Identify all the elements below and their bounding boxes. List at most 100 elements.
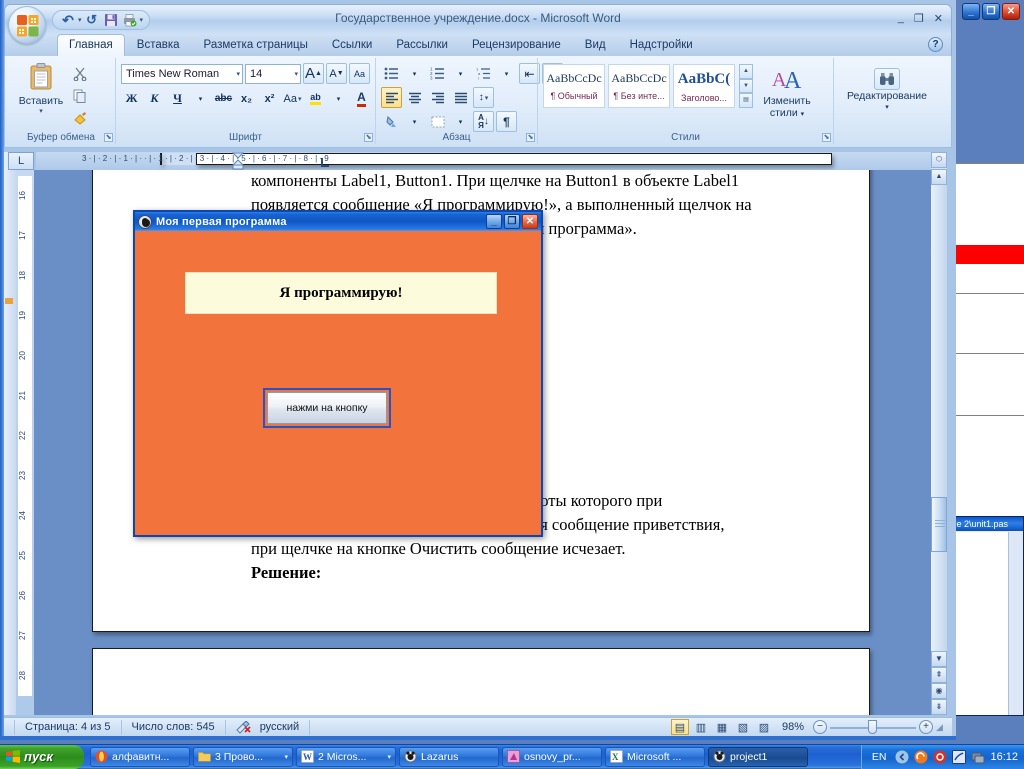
tab-references[interactable]: Ссылки bbox=[320, 35, 385, 56]
text-highlight-button[interactable]: ab bbox=[305, 88, 326, 109]
office-button[interactable] bbox=[8, 6, 46, 44]
program-form-window[interactable]: Моя первая программа _ ❐ ✕ Я программиру… bbox=[133, 210, 543, 537]
next-page-button[interactable]: ⇟ bbox=[931, 699, 947, 715]
align-right-icon[interactable] bbox=[427, 87, 448, 108]
taskbar-item-project1[interactable]: project1 bbox=[708, 747, 808, 767]
format-painter-icon[interactable] bbox=[70, 108, 90, 128]
tab-view[interactable]: Вид bbox=[573, 35, 618, 56]
document-vertical-scrollbar[interactable]: ⬡ ▲ ▼ ⇞ ◉ ⇟ bbox=[931, 152, 947, 715]
vertical-ruler[interactable]: 16 17 18 19 20 21 22 23 24 25 26 27 28 bbox=[16, 170, 34, 715]
scroll-up-button[interactable]: ▲ bbox=[931, 169, 947, 185]
strikethrough-button[interactable]: abc bbox=[213, 88, 234, 109]
print-preview-icon[interactable] bbox=[121, 12, 139, 28]
style-card-normal[interactable]: AaBbCcDc ¶ Обычный bbox=[543, 64, 605, 108]
bullets-caret-icon[interactable]: ▾ bbox=[404, 63, 425, 84]
network-dialup-tray-icon[interactable] bbox=[952, 750, 966, 764]
justify-icon[interactable] bbox=[450, 87, 471, 108]
styles-more-icon[interactable]: ▤ bbox=[739, 93, 753, 108]
font-size-combo[interactable]: 14 ▾ bbox=[245, 64, 301, 84]
select-object-button[interactable]: ◉ bbox=[931, 683, 947, 699]
shrink-font-icon[interactable]: A▼ bbox=[326, 63, 347, 84]
view-draft-icon[interactable]: ▨ bbox=[755, 719, 773, 735]
bullets-icon[interactable] bbox=[381, 63, 402, 84]
help-icon[interactable]: ? bbox=[928, 37, 943, 52]
cut-icon[interactable] bbox=[70, 64, 90, 84]
resize-grip-icon[interactable]: ◢ bbox=[936, 722, 948, 733]
sort-icon[interactable]: AЯ↓ bbox=[473, 111, 494, 132]
italic-button[interactable]: К bbox=[144, 88, 165, 109]
taskbar-group-caret-icon[interactable]: ▾ bbox=[387, 753, 391, 761]
font-name-combo[interactable]: Times New Roman ▾ bbox=[121, 64, 243, 84]
view-print-layout-icon[interactable]: ▤ bbox=[671, 719, 689, 735]
zoom-out-button[interactable]: − bbox=[813, 720, 827, 734]
paragraph-dialog-launcher-icon[interactable]: ⬊ bbox=[526, 133, 535, 142]
tab-page-layout[interactable]: Разметка страницы bbox=[192, 35, 320, 56]
line-spacing-icon[interactable]: ↕▾ bbox=[473, 87, 494, 108]
taskbar-item-excel[interactable]: X Microsoft ... bbox=[605, 747, 705, 767]
form-maximize-button[interactable]: ❐ bbox=[504, 214, 520, 229]
select-browse-object-icon[interactable]: ⬡ bbox=[931, 152, 947, 168]
show-formatting-marks-icon[interactable]: ¶ bbox=[496, 111, 517, 132]
font-size-caret-icon[interactable]: ▾ bbox=[290, 70, 298, 78]
zoom-slider-thumb[interactable] bbox=[868, 720, 877, 734]
shading-icon[interactable] bbox=[381, 111, 402, 132]
paste-button[interactable]: Вставить ▾ bbox=[12, 60, 70, 128]
view-web-layout-icon[interactable]: ▦ bbox=[713, 719, 731, 735]
lazarus-editor-body[interactable] bbox=[947, 532, 1023, 715]
scrollbar-track[interactable] bbox=[931, 185, 947, 651]
at-sign-tray-icon[interactable] bbox=[933, 750, 947, 764]
undo-dropdown-icon[interactable]: ▾ bbox=[78, 16, 82, 24]
view-outline-icon[interactable]: ▧ bbox=[734, 719, 752, 735]
align-center-icon[interactable] bbox=[404, 87, 425, 108]
horizontal-ruler[interactable]: 3 · | · 2 · | · 1 · | · · | · 1 · | · 2 … bbox=[36, 152, 946, 170]
taskbar-item-opera[interactable]: алфавитн... bbox=[90, 747, 190, 767]
status-page-number[interactable]: Страница: 4 из 5 bbox=[14, 720, 122, 735]
bold-button[interactable]: Ж bbox=[121, 88, 142, 109]
zoom-level[interactable]: 98% bbox=[776, 721, 810, 733]
network-connection-tray-icon[interactable] bbox=[971, 750, 985, 764]
styles-scroll-up-icon[interactable]: ▲ bbox=[739, 64, 753, 79]
taskbar-item-explorer[interactable]: 3 Прово... ▾ bbox=[193, 747, 293, 767]
tab-review[interactable]: Рецензирование bbox=[460, 35, 573, 56]
previous-page-button[interactable]: ⇞ bbox=[931, 667, 947, 683]
numbering-icon[interactable]: 123 bbox=[427, 63, 448, 84]
copy-icon[interactable] bbox=[70, 86, 90, 106]
superscript-button[interactable]: x² bbox=[259, 88, 280, 109]
underline-caret-icon[interactable]: ▾ bbox=[190, 88, 211, 109]
scroll-down-button[interactable]: ▼ bbox=[931, 651, 947, 667]
tab-addins[interactable]: Надстройки bbox=[618, 35, 705, 56]
subscript-button[interactable]: x₂ bbox=[236, 88, 257, 109]
form-title-bar[interactable]: Моя первая программа _ ❐ ✕ bbox=[135, 212, 541, 231]
tab-mailings[interactable]: Рассылки bbox=[384, 35, 460, 56]
minimize-button[interactable]: _ bbox=[898, 12, 904, 25]
form-minimize-button[interactable]: _ bbox=[486, 214, 502, 229]
undo-icon[interactable]: ↶ bbox=[59, 12, 77, 28]
sys-minimize-button[interactable]: _ bbox=[962, 3, 980, 20]
show-hidden-icons-icon[interactable] bbox=[895, 750, 909, 764]
save-icon[interactable] bbox=[102, 12, 120, 28]
paste-dropdown-icon[interactable]: ▾ bbox=[12, 107, 70, 115]
shading-caret-icon[interactable]: ▾ bbox=[404, 111, 425, 132]
style-card-no-spacing[interactable]: AaBbCcDc ¶ Без инте... bbox=[608, 64, 670, 108]
editing-button[interactable]: Редактирование ▾ bbox=[839, 66, 935, 114]
underline-button[interactable]: Ч bbox=[167, 88, 188, 109]
form-action-button[interactable]: нажми на кнопку bbox=[263, 388, 391, 428]
lazarus-editor-window[interactable]: me 2\unit1.pas bbox=[946, 516, 1024, 716]
font-name-caret-icon[interactable]: ▾ bbox=[232, 70, 240, 78]
highlight-caret-icon[interactable]: ▾ bbox=[328, 88, 349, 109]
left-tab-stop-icon[interactable] bbox=[321, 158, 330, 167]
lazarus-editor-scrollbar[interactable] bbox=[1008, 532, 1023, 715]
form-close-button[interactable]: ✕ bbox=[522, 214, 538, 229]
tab-stop-selector[interactable]: L bbox=[8, 152, 34, 170]
taskbar-item-word[interactable]: W 2 Micros... ▾ bbox=[296, 747, 396, 767]
language-indicator[interactable]: EN bbox=[868, 751, 891, 763]
numbering-caret-icon[interactable]: ▾ bbox=[450, 63, 471, 84]
start-button[interactable]: пуск bbox=[0, 745, 84, 769]
font-color-button[interactable]: A bbox=[351, 88, 372, 109]
grow-font-icon[interactable]: A▲ bbox=[303, 63, 324, 84]
multilevel-caret-icon[interactable]: ▾ bbox=[496, 63, 517, 84]
style-card-heading[interactable]: AaBbC( Заголово... bbox=[673, 64, 735, 108]
taskbar-clock[interactable]: 16:12 bbox=[990, 751, 1018, 763]
borders-icon[interactable] bbox=[427, 111, 448, 132]
status-language[interactable]: русский bbox=[226, 720, 310, 735]
